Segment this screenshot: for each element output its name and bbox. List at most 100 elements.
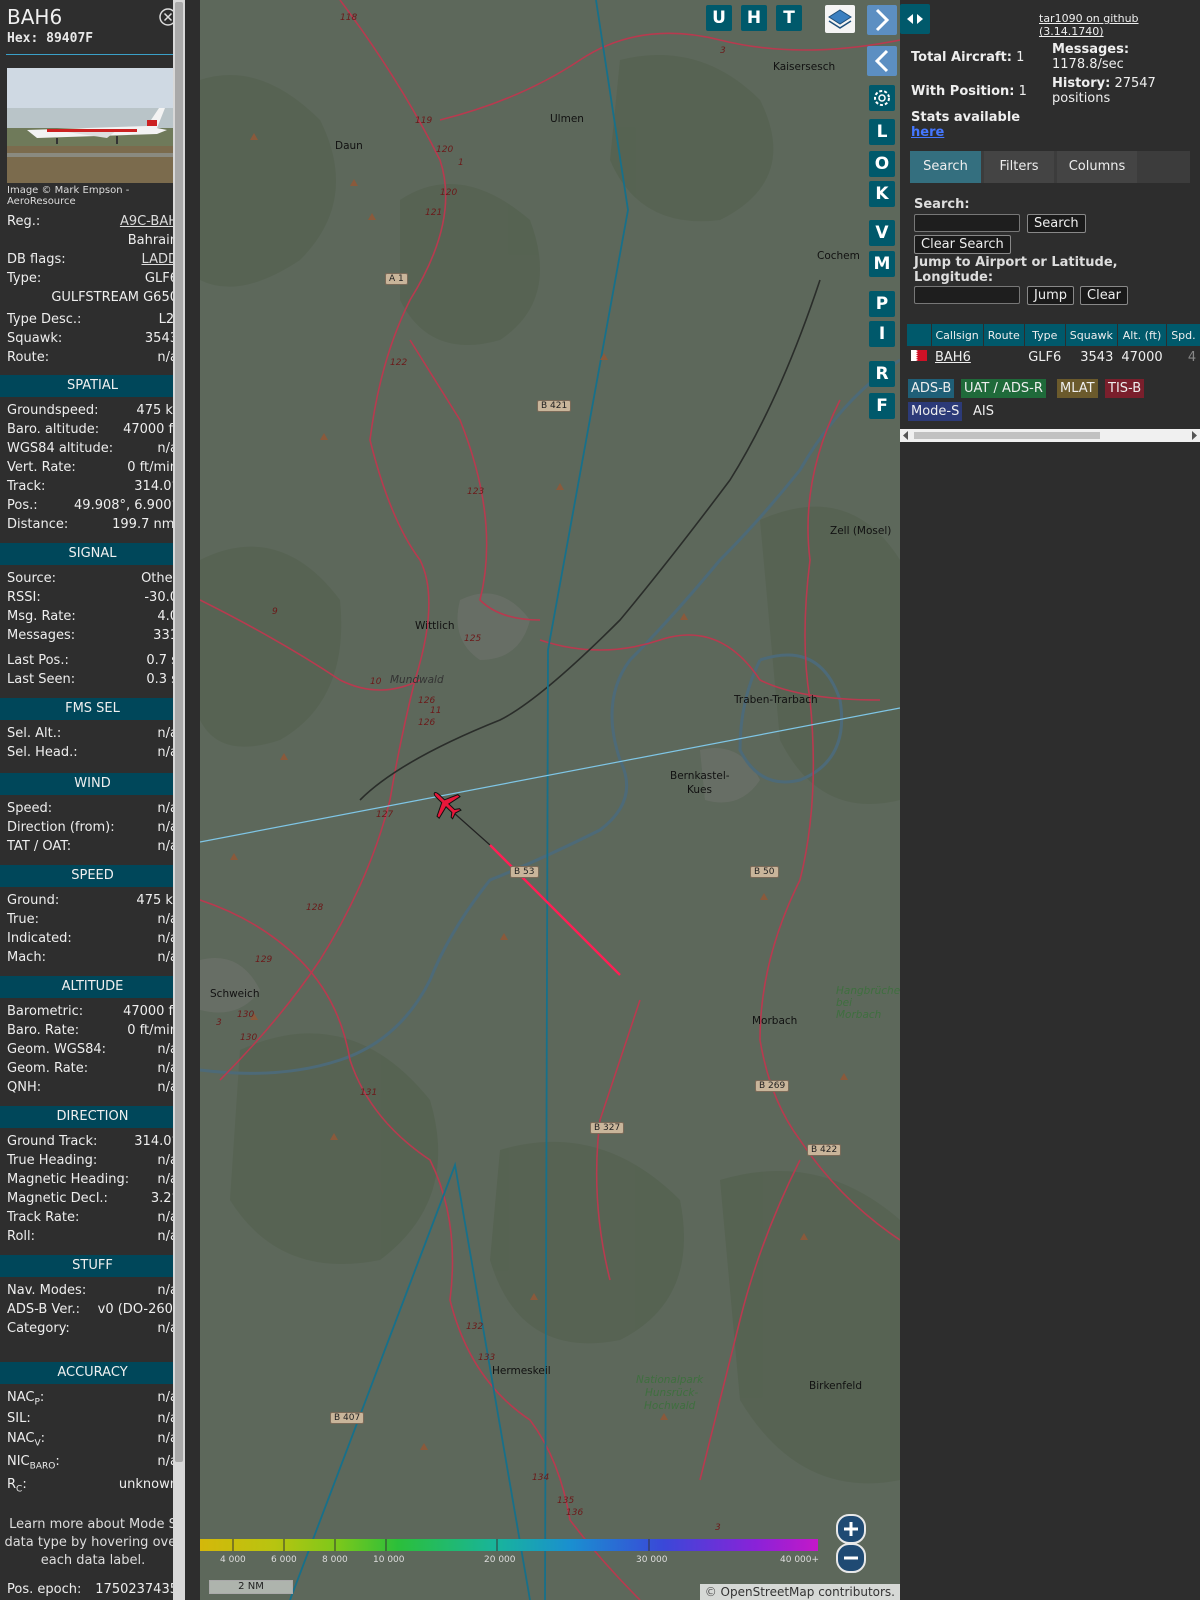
scroll-left-icon[interactable] xyxy=(902,431,910,440)
table-horizontal-scrollbar[interactable] xyxy=(900,429,1200,442)
aircraft-icon[interactable] xyxy=(428,786,464,822)
info-row: Geom. Rate: n/a xyxy=(7,1060,178,1078)
section-header[interactable]: ACCURACY xyxy=(0,1362,185,1384)
info-row-value[interactable]: A9C-BAH xyxy=(120,213,178,231)
section-header[interactable]: STUFF xyxy=(0,1255,185,1277)
layers-icon xyxy=(828,9,852,29)
info-row-label: Source: xyxy=(7,571,57,586)
search-input[interactable] xyxy=(914,214,1020,232)
map[interactable]: Kaisersesch Ulmen Daun Cochem Zell (Mose… xyxy=(200,0,900,1600)
toggle-l-button[interactable]: L xyxy=(869,119,895,145)
toggle-sidebar-button[interactable] xyxy=(900,4,930,34)
info-scrollbar[interactable] xyxy=(173,0,185,1600)
jump-input[interactable] xyxy=(914,286,1020,304)
altitude-legend-label: 10 000 xyxy=(373,1555,405,1565)
info-row: Roll: n/a xyxy=(7,1228,178,1246)
toggle-h-button[interactable]: H xyxy=(741,5,767,31)
tab-search[interactable]: Search xyxy=(910,151,981,183)
altitude-legend-label: 4 000 xyxy=(220,1555,246,1565)
toggle-o-button[interactable]: O xyxy=(869,151,895,177)
toggle-v-button[interactable]: V xyxy=(869,220,895,246)
scroll-right-icon[interactable] xyxy=(1190,431,1198,440)
layers-button[interactable] xyxy=(825,5,855,33)
clear-button[interactable]: Clear xyxy=(1080,286,1128,305)
scrollbar-thumb[interactable] xyxy=(914,432,1100,439)
info-row: Messages: 331 xyxy=(7,627,178,645)
messages-label: Messages: xyxy=(1052,42,1130,57)
info-row: Pos.: 49.908°, 6.900° xyxy=(7,497,178,515)
info-row-label: SIL: xyxy=(7,1411,31,1426)
info-row-label: Mach: xyxy=(7,950,46,965)
altitude-legend-label: 40 000+ xyxy=(780,1555,820,1565)
place-label: Traben-Trarbach xyxy=(734,694,818,706)
osm-link[interactable]: OpenStreetMap xyxy=(721,1585,815,1599)
toggle-f-button[interactable]: F xyxy=(869,393,895,419)
photo-credit: Image © Mark Empson - AeroResource xyxy=(7,185,130,207)
toggle-p-button[interactable]: P xyxy=(869,291,895,317)
info-row-label-base: NIC xyxy=(7,1454,30,1469)
row-callsign[interactable]: BAH6 xyxy=(931,346,983,368)
flag-column-header xyxy=(907,324,932,346)
info-scrollbar-thumb[interactable] xyxy=(175,2,183,1462)
table-row[interactable]: BAH6 GLF6 3543 47000 4 xyxy=(907,346,1200,368)
aircraft-table: Callsign Route Type Squawk Alt. (ft) Spd… xyxy=(907,324,1200,368)
toggle-k-button[interactable]: K xyxy=(869,181,895,207)
stats-link[interactable]: here xyxy=(911,125,944,140)
altitude-legend-label: 6 000 xyxy=(271,1555,297,1565)
section-header[interactable]: ALTITUDE xyxy=(0,976,185,998)
place-label: Wittlich xyxy=(415,620,455,632)
road-label: B 422 xyxy=(807,1144,842,1156)
toggle-u-button[interactable]: U xyxy=(706,5,732,31)
column-header[interactable]: Alt. (ft) xyxy=(1117,324,1168,346)
aircraft-photo[interactable] xyxy=(7,68,178,183)
place-label: Hangbrücher xyxy=(836,985,900,997)
clear-search-button[interactable]: Clear Search xyxy=(914,235,1011,254)
sidebar: tar1090 on github (3.14.1740) Total Airc… xyxy=(900,0,1200,1600)
info-row-value: 47000 ft xyxy=(123,1004,178,1019)
map-attribution: © OpenStreetMap contributors. xyxy=(699,1584,900,1600)
history-stat: History: 27547 positions xyxy=(1052,76,1156,106)
info-row: Type Desc.: L2J xyxy=(7,311,178,329)
info-row: QNH: n/a xyxy=(7,1079,178,1097)
section-header[interactable]: SIGNAL xyxy=(0,543,185,565)
settings-button[interactable] xyxy=(869,85,895,111)
tab-columns[interactable]: Columns xyxy=(1057,151,1137,183)
row-squawk: 3543 xyxy=(1080,349,1114,365)
info-row: TAT / OAT: n/a xyxy=(7,838,178,856)
column-header[interactable]: Type xyxy=(1024,324,1066,346)
column-header[interactable]: Callsign xyxy=(931,324,984,346)
github-link[interactable]: tar1090 on github (3.14.1740) xyxy=(1039,12,1200,38)
toggle-m-button[interactable]: M xyxy=(869,251,895,277)
place-label: Bernkastel- xyxy=(670,770,730,782)
info-row-label-sub: V xyxy=(34,1438,41,1449)
road-label: B 327 xyxy=(590,1122,625,1134)
toggle-r-button[interactable]: R xyxy=(869,361,895,387)
prev-aircraft-button[interactable] xyxy=(867,46,897,76)
toggle-i-button[interactable]: I xyxy=(869,321,895,347)
info-row: Category: n/a xyxy=(7,1320,178,1338)
toggle-t-button[interactable]: T xyxy=(776,5,802,31)
jump-button[interactable]: Jump xyxy=(1027,286,1074,305)
tab-filters[interactable]: Filters xyxy=(984,151,1054,183)
road-label: B 269 xyxy=(755,1080,790,1092)
column-header[interactable]: Spd. xyxy=(1166,324,1200,346)
column-header[interactable]: Squawk xyxy=(1065,324,1118,346)
place-label: Schweich xyxy=(210,988,260,1000)
section-header[interactable]: DIRECTION xyxy=(0,1106,185,1128)
altitude-color-legend xyxy=(200,1539,818,1551)
section-header[interactable]: SPATIAL xyxy=(0,375,185,397)
info-row-label: Speed: xyxy=(7,801,53,816)
zoom-out-button[interactable] xyxy=(836,1543,866,1573)
info-row-label: Direction (from): xyxy=(7,820,115,835)
section-header[interactable]: WIND xyxy=(0,773,185,795)
with-position-value: 1 xyxy=(1018,84,1027,99)
next-aircraft-button[interactable] xyxy=(867,5,897,35)
search-button[interactable]: Search xyxy=(1027,214,1086,233)
info-row: Nav. Modes: n/a xyxy=(7,1282,178,1300)
zoom-in-button[interactable] xyxy=(836,1514,866,1544)
section-header[interactable]: FMS SEL xyxy=(0,698,185,720)
column-header[interactable]: Route xyxy=(983,324,1025,346)
history-unit: positions xyxy=(1052,91,1111,106)
legend-adsb: ADS-B xyxy=(908,379,955,398)
section-header[interactable]: SPEED xyxy=(0,865,185,887)
